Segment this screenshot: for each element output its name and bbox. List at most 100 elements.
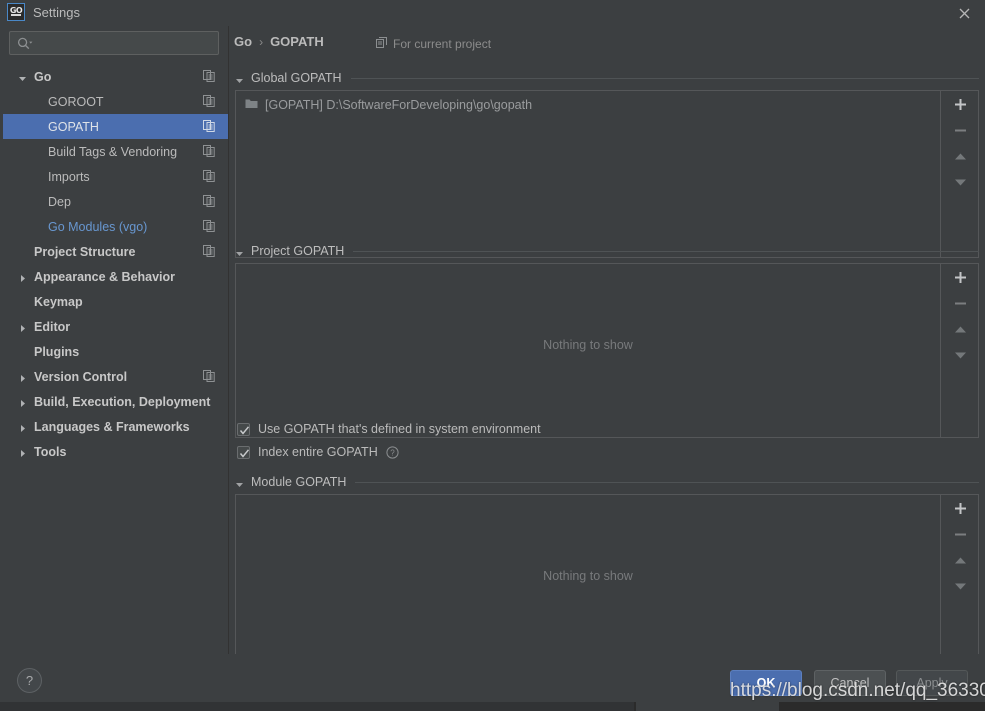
ok-button[interactable]: OK bbox=[730, 670, 802, 696]
sidebar-item-tools[interactable]: Tools bbox=[3, 439, 228, 464]
section-rule bbox=[353, 251, 979, 252]
section-rule bbox=[351, 78, 979, 79]
sidebar-item-appearance-behavior[interactable]: Appearance & Behavior bbox=[3, 264, 228, 289]
settings-dialog: GO Settings bbox=[0, 0, 985, 702]
backdrop-segment-2 bbox=[636, 702, 779, 711]
checkbox-use-system-gopath[interactable] bbox=[237, 423, 250, 436]
sidebar-item-editor[interactable]: Editor bbox=[3, 314, 228, 339]
empty-state-label: Nothing to show bbox=[236, 338, 940, 352]
section-title: Global GOPATH bbox=[251, 71, 342, 85]
sidebar-item-label: Dep bbox=[48, 195, 71, 209]
copy-settings-icon[interactable] bbox=[203, 170, 215, 182]
add-button[interactable] bbox=[943, 495, 977, 521]
project-gopath-list-inner: Nothing to show bbox=[236, 264, 941, 437]
breadcrumb: Go › GOPATH bbox=[234, 34, 324, 49]
copy-settings-icon[interactable] bbox=[203, 370, 215, 382]
sidebar-item-goroot[interactable]: GOROOT bbox=[3, 89, 228, 114]
dialog-footer: ? OK Cancel Apply bbox=[3, 654, 985, 702]
close-icon[interactable] bbox=[953, 2, 975, 24]
sidebar-item-version-control[interactable]: Version Control bbox=[3, 364, 228, 389]
help-button[interactable]: ? bbox=[17, 668, 42, 693]
move-down-button[interactable] bbox=[943, 169, 977, 195]
sidebar-item-dep[interactable]: Dep bbox=[3, 189, 228, 214]
sidebar-item-label: Go Modules (vgo) bbox=[48, 220, 147, 234]
search-icon bbox=[17, 37, 33, 51]
chevron-down-icon[interactable] bbox=[18, 72, 28, 82]
section-header-project-gopath[interactable]: Project GOPATH bbox=[235, 243, 979, 259]
chevron-right-icon[interactable] bbox=[18, 422, 28, 432]
sidebar-item-label: Build, Execution, Deployment bbox=[34, 395, 210, 409]
breadcrumb-root[interactable]: Go bbox=[234, 34, 252, 49]
checkbox-label: Index entire GOPATH bbox=[258, 445, 378, 459]
list-item[interactable]: [GOPATH] D:\SoftwareForDeveloping\go\gop… bbox=[236, 94, 532, 116]
chevron-right-icon[interactable] bbox=[18, 397, 28, 407]
copy-settings-icon[interactable] bbox=[203, 220, 215, 232]
move-up-button[interactable] bbox=[943, 143, 977, 169]
sidebar-item-label: Version Control bbox=[34, 370, 127, 384]
move-down-button[interactable] bbox=[943, 573, 977, 599]
settings-sidebar: GoGOROOTGOPATH Build Tags & Vendoring Impo… bbox=[3, 26, 228, 654]
sidebar-item-label: Editor bbox=[34, 320, 70, 334]
backdrop-segment-1 bbox=[0, 702, 634, 711]
sidebar-item-label: Build Tags & Vendoring bbox=[48, 145, 177, 159]
checkbox-row-use-system-gopath[interactable]: Use GOPATH that's defined in system envi… bbox=[237, 420, 541, 438]
sidebar-item-go-modules-vgo[interactable]: Go Modules (vgo) bbox=[3, 214, 228, 239]
cancel-button[interactable]: Cancel bbox=[814, 670, 886, 696]
copy-settings-icon[interactable] bbox=[203, 145, 215, 157]
project-gopath-list[interactable]: Nothing to show bbox=[235, 263, 979, 438]
sidebar-item-keymap[interactable]: Keymap bbox=[3, 289, 228, 314]
window-title: Settings bbox=[33, 5, 80, 20]
add-button[interactable] bbox=[943, 264, 977, 290]
move-up-button[interactable] bbox=[943, 316, 977, 342]
sidebar-item-project-structure[interactable]: Project Structure bbox=[3, 239, 228, 264]
help-icon[interactable]: ? bbox=[386, 446, 399, 459]
sidebar-item-build-tags-vendoring[interactable]: Build Tags & Vendoring bbox=[3, 139, 228, 164]
apply-button[interactable]: Apply bbox=[896, 670, 968, 696]
copy-settings-icon[interactable] bbox=[203, 120, 215, 132]
sidebar-item-languages-frameworks[interactable]: Languages & Frameworks bbox=[3, 414, 228, 439]
remove-button[interactable] bbox=[943, 290, 977, 316]
list-item-label: [GOPATH] D:\SoftwareForDeveloping\go\gop… bbox=[265, 98, 532, 112]
module-gopath-list[interactable]: Nothing to show bbox=[235, 494, 979, 668]
copy-settings-icon[interactable] bbox=[203, 95, 215, 107]
breadcrumb-separator: › bbox=[259, 35, 263, 49]
search-input[interactable] bbox=[38, 36, 214, 52]
checkbox-row-index-entire-gopath[interactable]: Index entire GOPATH ? bbox=[237, 443, 399, 461]
move-up-button[interactable] bbox=[943, 547, 977, 573]
copy-settings-icon[interactable] bbox=[203, 245, 215, 257]
go-icon-text: GO bbox=[10, 7, 22, 14]
section-header-module-gopath[interactable]: Module GOPATH bbox=[235, 474, 979, 490]
chevron-down-icon bbox=[235, 247, 244, 256]
checkbox-index-entire-gopath[interactable] bbox=[237, 446, 250, 459]
go-icon-bar bbox=[11, 14, 21, 16]
module-gopath-list-inner: Nothing to show bbox=[236, 495, 941, 667]
add-button[interactable] bbox=[943, 91, 977, 117]
settings-dialog-root: GO Settings bbox=[0, 0, 985, 711]
sidebar-item-plugins[interactable]: Plugins bbox=[3, 339, 228, 364]
folder-icon bbox=[245, 98, 258, 112]
move-down-button[interactable] bbox=[943, 342, 977, 368]
project-gopath-toolbar bbox=[942, 264, 978, 437]
scope-note: For current project bbox=[376, 37, 491, 51]
sidebar-item-imports[interactable]: Imports bbox=[3, 164, 228, 189]
chevron-right-icon[interactable] bbox=[18, 447, 28, 457]
svg-text:?: ? bbox=[390, 448, 395, 457]
sidebar-item-label: Languages & Frameworks bbox=[34, 420, 190, 434]
copy-settings-icon[interactable] bbox=[203, 195, 215, 207]
chevron-right-icon[interactable] bbox=[18, 372, 28, 382]
sidebar-item-go[interactable]: Go bbox=[3, 64, 228, 89]
remove-button[interactable] bbox=[943, 117, 977, 143]
module-scope-icon bbox=[376, 37, 387, 51]
sidebar-item-label: Imports bbox=[48, 170, 90, 184]
section-header-global-gopath[interactable]: Global GOPATH bbox=[235, 70, 979, 86]
global-gopath-list[interactable]: [GOPATH] D:\SoftwareForDeveloping\go\gop… bbox=[235, 90, 979, 258]
sidebar-item-build-execution-deployment[interactable]: Build, Execution, Deployment bbox=[3, 389, 228, 414]
chevron-right-icon[interactable] bbox=[18, 322, 28, 332]
sidebar-item-gopath[interactable]: GOPATH bbox=[3, 114, 228, 139]
search-box[interactable] bbox=[9, 31, 219, 55]
chevron-right-icon[interactable] bbox=[18, 272, 28, 282]
checkbox-label: Use GOPATH that's defined in system envi… bbox=[258, 422, 541, 436]
remove-button[interactable] bbox=[943, 521, 977, 547]
copy-settings-icon[interactable] bbox=[203, 70, 215, 82]
title-bar: GO Settings bbox=[0, 0, 985, 26]
